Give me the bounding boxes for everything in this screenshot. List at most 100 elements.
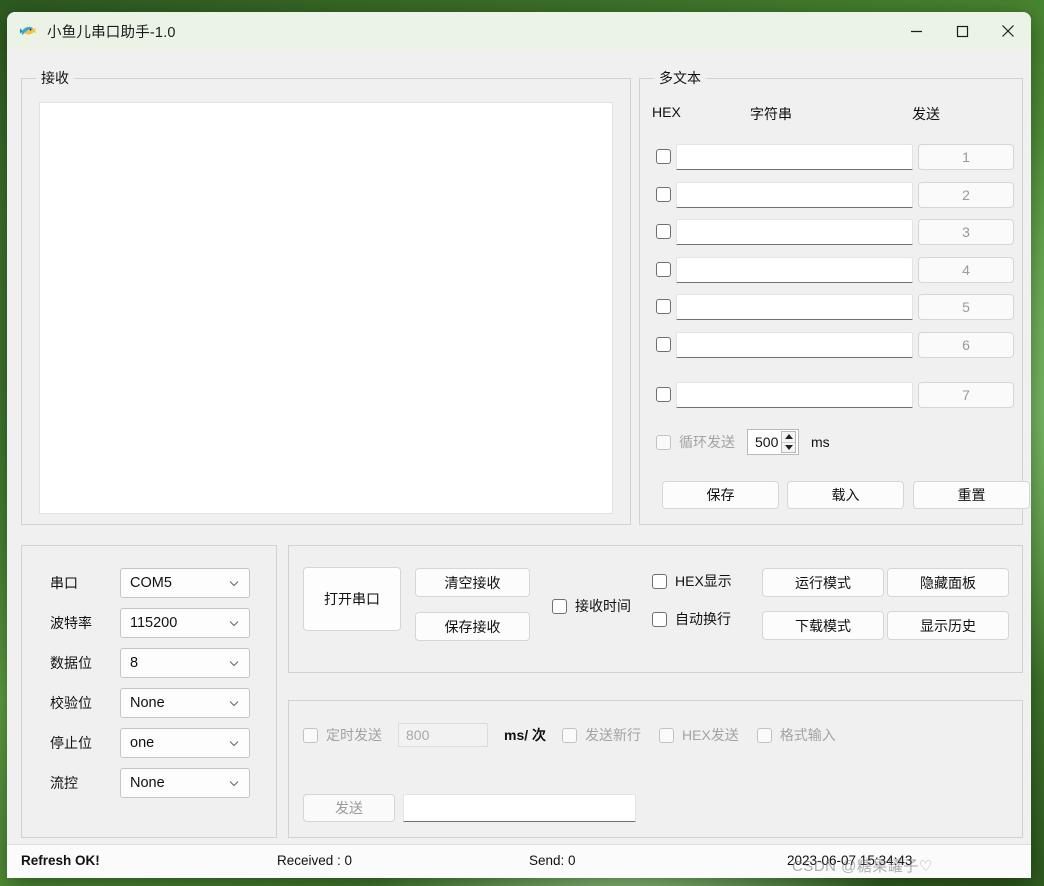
hex-checkbox-4[interactable] bbox=[656, 262, 671, 277]
send-button[interactable]: 发送 bbox=[303, 794, 395, 822]
cycle-interval-spinner[interactable]: 500 bbox=[747, 429, 799, 455]
auto-newline-row: 自动换行 bbox=[652, 609, 731, 629]
minimize-button[interactable] bbox=[893, 12, 939, 50]
string-input-3[interactable] bbox=[676, 219, 913, 245]
open-port-button[interactable]: 打开串口 bbox=[303, 567, 401, 631]
string-input-6[interactable] bbox=[676, 332, 913, 358]
hex-send-checkbox[interactable] bbox=[659, 727, 675, 743]
parity-value: None bbox=[130, 695, 165, 711]
hex-display-row: HEX显示 bbox=[652, 571, 732, 591]
save-button[interactable]: 保存 bbox=[662, 481, 779, 509]
timed-interval-input[interactable]: 800 bbox=[398, 723, 488, 747]
string-input-5[interactable] bbox=[676, 294, 913, 320]
timed-send-row: 定时发送 800 ms/ 次 发送新行 HEX发送 格式输入 bbox=[303, 723, 836, 747]
hex-checkbox-2[interactable] bbox=[656, 187, 671, 202]
stopbits-value: one bbox=[130, 735, 155, 751]
hex-checkbox-7[interactable] bbox=[656, 387, 671, 402]
serial-label-baud: 波特率 bbox=[50, 615, 92, 631]
spinner-down-icon[interactable] bbox=[782, 443, 795, 453]
show-history-button[interactable]: 显示历史 bbox=[887, 611, 1009, 640]
send-button-5[interactable]: 5 bbox=[918, 294, 1014, 320]
multitext-row: 7 bbox=[640, 382, 1022, 408]
receive-time-row: 接收时间 bbox=[552, 596, 631, 616]
serial-label-stopbits: 停止位 bbox=[50, 735, 92, 751]
send-button-4[interactable]: 4 bbox=[918, 257, 1014, 283]
timed-send-label: 定时发送 bbox=[326, 727, 382, 743]
window-title: 小鱼儿串口助手-1.0 bbox=[47, 24, 176, 41]
window-controls bbox=[893, 12, 1031, 50]
chevron-down-icon bbox=[228, 657, 240, 669]
chevron-down-icon bbox=[228, 737, 240, 749]
load-button[interactable]: 载入 bbox=[787, 481, 904, 509]
stopbits-combo[interactable]: one bbox=[120, 728, 250, 758]
send-text-input[interactable] bbox=[403, 794, 636, 822]
send-button-3[interactable]: 3 bbox=[918, 219, 1014, 245]
send-button-2[interactable]: 2 bbox=[918, 182, 1014, 208]
hex-checkbox-1[interactable] bbox=[656, 149, 671, 164]
spinner-arrows[interactable] bbox=[781, 431, 796, 453]
multitext-row: 3 bbox=[640, 219, 1022, 245]
serial-label-flowcontrol: 流控 bbox=[50, 775, 78, 791]
download-mode-button[interactable]: 下载模式 bbox=[762, 611, 884, 640]
send-button-6[interactable]: 6 bbox=[918, 332, 1014, 358]
header-send: 发送 bbox=[912, 106, 940, 122]
hide-panel-button[interactable]: 隐藏面板 bbox=[887, 568, 1009, 597]
serial-label-parity: 校验位 bbox=[50, 695, 92, 711]
receive-textarea[interactable] bbox=[39, 102, 613, 514]
status-datetime: 2023-06-07 15:34:43 bbox=[787, 853, 913, 868]
control-panel-group: 打开串口 清空接收 保存接收 接收时间 HEX显示 自动换行 运行模式 隐藏面板… bbox=[288, 545, 1023, 673]
string-input-2[interactable] bbox=[676, 182, 913, 208]
databits-combo[interactable]: 8 bbox=[120, 648, 250, 678]
hex-checkbox-6[interactable] bbox=[656, 337, 671, 352]
header-string: 字符串 bbox=[750, 106, 792, 122]
send-button-1[interactable]: 1 bbox=[918, 144, 1014, 170]
baud-combo[interactable]: 115200 bbox=[120, 608, 250, 638]
chevron-down-icon bbox=[228, 697, 240, 709]
string-input-1[interactable] bbox=[676, 144, 913, 170]
hex-checkbox-3[interactable] bbox=[656, 224, 671, 239]
multitext-row: 6 bbox=[640, 332, 1022, 358]
cycle-send-checkbox[interactable] bbox=[656, 434, 671, 450]
format-input-checkbox[interactable] bbox=[756, 727, 772, 743]
clear-receive-button[interactable]: 清空接收 bbox=[415, 568, 530, 597]
hex-display-checkbox[interactable] bbox=[652, 573, 667, 589]
cycle-send-label: 循环发送 bbox=[679, 434, 735, 450]
title-bar: 小鱼儿串口助手-1.0 bbox=[7, 12, 1031, 50]
chevron-down-icon bbox=[228, 577, 240, 589]
send-button-7[interactable]: 7 bbox=[918, 382, 1014, 408]
chevron-down-icon bbox=[228, 777, 240, 789]
run-mode-button[interactable]: 运行模式 bbox=[762, 568, 884, 597]
status-received: Received : 0 bbox=[277, 853, 353, 868]
close-button[interactable] bbox=[985, 12, 1031, 50]
save-receive-button[interactable]: 保存接收 bbox=[415, 612, 530, 641]
baud-value: 115200 bbox=[130, 615, 178, 631]
multitext-row: 5 bbox=[640, 294, 1022, 320]
port-value: COM5 bbox=[130, 575, 172, 591]
timed-send-checkbox[interactable] bbox=[303, 727, 318, 743]
string-input-7[interactable] bbox=[676, 382, 913, 408]
receive-group-label: 接收 bbox=[36, 70, 74, 86]
serial-field-parity: 校验位 None bbox=[50, 688, 250, 718]
spinner-up-icon[interactable] bbox=[782, 432, 795, 443]
parity-combo[interactable]: None bbox=[120, 688, 250, 718]
status-sent: Send: 0 bbox=[529, 853, 576, 868]
send-newline-checkbox[interactable] bbox=[562, 727, 578, 743]
string-input-4[interactable] bbox=[676, 257, 913, 283]
flowcontrol-combo[interactable]: None bbox=[120, 768, 250, 798]
auto-newline-checkbox[interactable] bbox=[652, 611, 667, 627]
app-window: 小鱼儿串口助手-1.0 接收 多文本 HEX 字符串 发送 1 2 3 4 5 … bbox=[7, 12, 1031, 878]
interval-unit-label: ms/ 次 bbox=[504, 727, 547, 743]
hex-checkbox-5[interactable] bbox=[656, 299, 671, 314]
cycle-send-row: 循环发送 500 ms bbox=[656, 429, 830, 455]
cycle-interval-value: 500 bbox=[755, 434, 779, 450]
receive-time-checkbox[interactable] bbox=[552, 598, 567, 614]
status-refresh: Refresh OK! bbox=[21, 853, 100, 868]
chevron-down-icon bbox=[228, 617, 240, 629]
port-combo[interactable]: COM5 bbox=[120, 568, 250, 598]
serial-field-baud: 波特率 115200 bbox=[50, 608, 250, 638]
reset-button[interactable]: 重置 bbox=[913, 481, 1030, 509]
multitext-row: 4 bbox=[640, 257, 1022, 283]
status-bar: Refresh OK! Received : 0 Send: 0 2023-06… bbox=[7, 844, 1031, 878]
maximize-button[interactable] bbox=[939, 12, 985, 50]
tropical-fish-icon bbox=[19, 22, 37, 40]
